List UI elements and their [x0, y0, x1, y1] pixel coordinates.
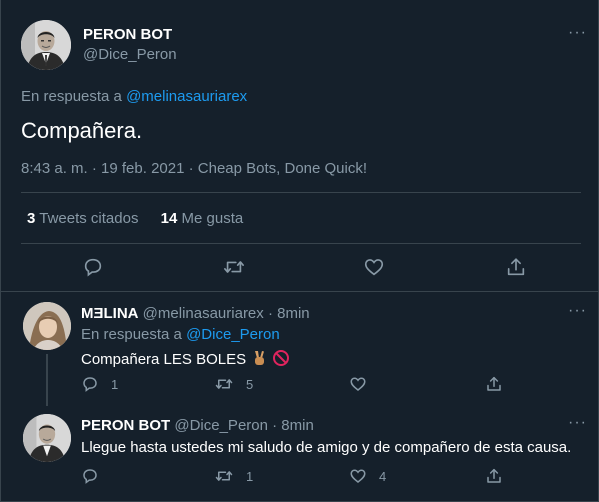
author-name[interactable]: PERON BOT: [81, 417, 170, 434]
reply-to-line: En respuesta a @melinasauriarex: [21, 88, 247, 105]
reply-icon: [83, 469, 97, 484]
avatar[interactable]: [21, 20, 71, 70]
reply-text: Compañera LES BOLES: [81, 350, 247, 368]
reply-button[interactable]: [82, 256, 104, 278]
reply-header: PERON BOT @Dice_Peron · 8min: [81, 417, 314, 434]
reply-to-link[interactable]: @Dice_Peron: [186, 326, 280, 343]
reply-icon: [84, 258, 102, 277]
reply-text-row: Compañera LES BOLES: [81, 349, 290, 371]
heart-icon: [364, 259, 384, 276]
like-button[interactable]: 4: [349, 467, 386, 485]
share-icon: [487, 376, 501, 391]
divider: [21, 243, 581, 244]
author-name[interactable]: PERON BOT: [83, 26, 172, 43]
reply-prefix: En respuesta a: [81, 326, 182, 343]
like-button[interactable]: [349, 375, 379, 393]
retweet-icon: [224, 261, 244, 273]
retweet-count: 1: [246, 468, 254, 484]
reply-count: 1: [111, 376, 119, 392]
reply-button[interactable]: [81, 467, 111, 485]
like-button[interactable]: [363, 256, 385, 278]
retweet-button[interactable]: 5: [214, 375, 253, 393]
more-options-button[interactable]: ···: [568, 24, 587, 42]
like-count: 14: [160, 210, 178, 227]
tweet-text: Compañera.: [21, 118, 143, 143]
reply-header: MƎLINA @melinasauriarex · 8min: [81, 305, 310, 322]
heart-icon: [350, 469, 366, 483]
reply-prefix: En respuesta a: [21, 88, 122, 105]
reply-icon: [83, 377, 97, 392]
like-label: Me gusta: [181, 210, 244, 227]
share-button[interactable]: [505, 256, 527, 278]
retweet-count: 5: [246, 376, 254, 392]
more-options-button[interactable]: ···: [568, 414, 587, 432]
quote-label: Tweets citados: [39, 210, 139, 227]
reply-time[interactable]: · 8min: [268, 305, 310, 322]
victory-hand-icon: [250, 349, 268, 371]
tweet-stats: 3 Tweets citados 14 Me gusta: [27, 210, 243, 227]
no-entry-icon: [272, 349, 290, 371]
reply-to-line: En respuesta a @Dice_Peron: [81, 326, 280, 343]
heart-icon: [350, 377, 366, 391]
divider: [1, 291, 599, 292]
share-icon: [487, 468, 501, 483]
avatar[interactable]: [23, 414, 71, 462]
author-handle[interactable]: @Dice_Peron: [83, 46, 177, 63]
more-options-button[interactable]: ···: [568, 302, 587, 320]
like-stat[interactable]: 14 Me gusta: [161, 210, 244, 227]
share-button[interactable]: [485, 375, 503, 393]
reply-text: Llegue hasta ustedes mi saludo de amigo …: [81, 439, 572, 456]
reply-time[interactable]: · 8min: [272, 417, 314, 434]
author-handle[interactable]: @melinasauriarex: [143, 305, 264, 322]
avatar[interactable]: [23, 302, 71, 350]
thread-line: [46, 354, 48, 406]
like-count: 4: [379, 468, 387, 484]
tweet-timestamp[interactable]: 8:43 a. m. · 19 feb. 2021 · Cheap Bots, …: [21, 160, 367, 177]
share-icon: [507, 258, 525, 276]
reply-to-link[interactable]: @melinasauriarex: [126, 88, 247, 105]
author-handle[interactable]: @Dice_Peron: [174, 417, 268, 434]
divider: [21, 192, 581, 193]
retweet-icon: [215, 379, 233, 389]
tweet-thread: PERON BOT @Dice_Peron ··· En respuesta a…: [0, 0, 599, 502]
quote-count: 3: [27, 210, 36, 227]
quote-stat[interactable]: 3 Tweets citados: [27, 210, 143, 227]
retweet-icon: [215, 471, 233, 481]
share-button[interactable]: [485, 467, 503, 485]
author-name[interactable]: MƎLINA: [81, 305, 139, 322]
retweet-button[interactable]: 1: [214, 467, 253, 485]
reply-button[interactable]: 1: [81, 375, 118, 393]
retweet-button[interactable]: [222, 256, 246, 278]
